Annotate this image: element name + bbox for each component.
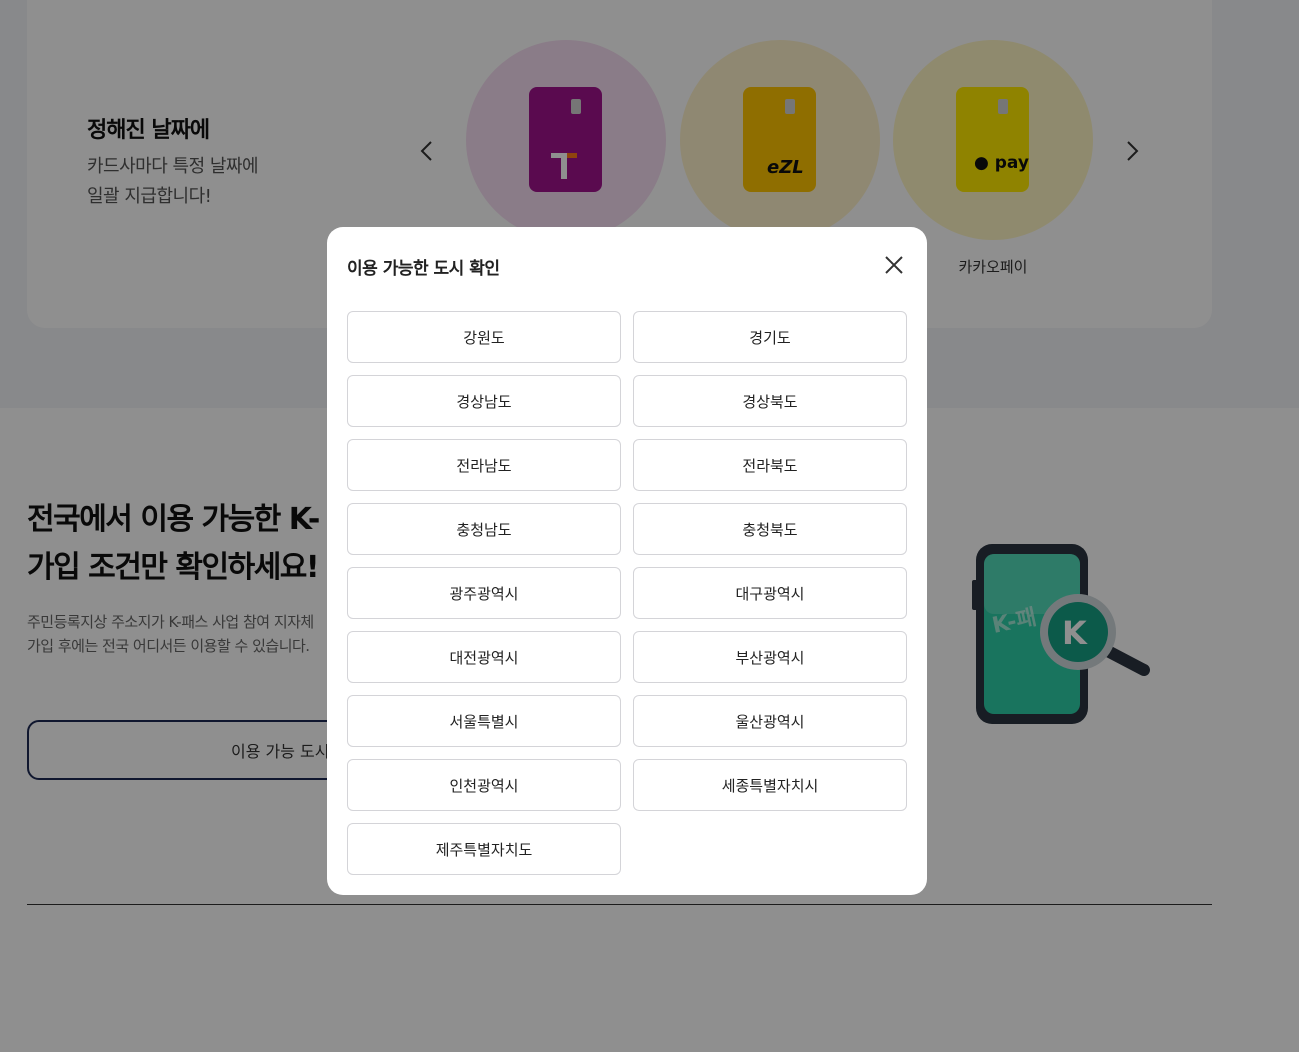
close-icon [885,256,903,274]
city-button-chungnam[interactable]: 충청남도 [347,503,621,555]
city-button-sejong[interactable]: 세종특별자치시 [633,759,907,811]
city-list: 강원도 경기도 경상남도 경상북도 전라남도 전라북도 충청남도 충청북도 광주… [347,311,907,875]
city-button-gyeongnam[interactable]: 경상남도 [347,375,621,427]
city-button-daejeon[interactable]: 대전광역시 [347,631,621,683]
city-button-gyeongbuk[interactable]: 경상북도 [633,375,907,427]
city-button-incheon[interactable]: 인천광역시 [347,759,621,811]
city-button-gyeonggi[interactable]: 경기도 [633,311,907,363]
city-button-seoul[interactable]: 서울특별시 [347,695,621,747]
modal-close-button[interactable] [882,253,906,277]
city-button-jeju[interactable]: 제주특별자치도 [347,823,621,875]
city-button-busan[interactable]: 부산광역시 [633,631,907,683]
city-button-gwangju[interactable]: 광주광역시 [347,567,621,619]
city-button-ulsan[interactable]: 울산광역시 [633,695,907,747]
city-button-jeonbuk[interactable]: 전라북도 [633,439,907,491]
city-button-gangwon[interactable]: 강원도 [347,311,621,363]
city-button-daegu[interactable]: 대구광역시 [633,567,907,619]
cities-modal: 이용 가능한 도시 확인 강원도 경기도 경상남도 경상북도 전라남도 전라북도… [327,227,927,895]
city-button-jeonnam[interactable]: 전라남도 [347,439,621,491]
city-button-chungbuk[interactable]: 충청북도 [633,503,907,555]
modal-title: 이용 가능한 도시 확인 [347,259,500,279]
